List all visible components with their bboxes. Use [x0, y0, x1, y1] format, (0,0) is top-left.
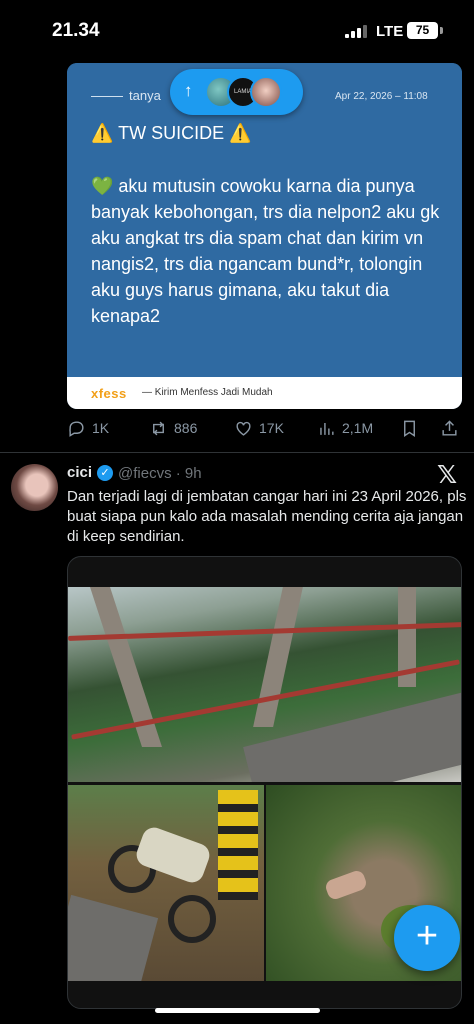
card-dash [91, 96, 123, 97]
compose-button[interactable]: + [394, 905, 460, 971]
road [68, 894, 159, 981]
pill-avatar [250, 76, 282, 108]
network-type: LTE [376, 23, 404, 40]
card-warning: ⚠️ TW SUICIDE ⚠️ [91, 123, 252, 143]
status-time: 21.34 [52, 20, 100, 41]
views-icon [320, 422, 334, 435]
share-button[interactable] [440, 416, 459, 440]
bookmark-button[interactable] [400, 416, 419, 440]
like-count: 17K [259, 420, 284, 436]
tagline-text: Kirim Menfess Jadi Mudah [154, 387, 273, 398]
card-message: 💚 aku mutusin cowoku karna dia punya ban… [91, 176, 440, 326]
card-date: Apr 22, 2026 – 11:08 [335, 91, 428, 102]
card-tagline: — Kirim Menfess Jadi Mudah [142, 387, 273, 398]
tweet-text: Dan terjadi lagi di jembatan cangar hari… [67, 488, 467, 545]
motorcycle-photo[interactable] [68, 785, 264, 981]
card-footer: xfess — Kirim Menfess Jadi Mudah [67, 377, 462, 409]
xfess-logo: xfess [91, 386, 127, 401]
status-bar: 21.34 LTE 75 [0, 0, 474, 62]
signal-icon [345, 25, 369, 38]
warning-sign [218, 790, 258, 900]
tweet1-action-bar: 1K 886 17K 2,1M [67, 416, 462, 440]
battery-icon: 75 [407, 22, 438, 39]
views-button[interactable]: 2,1M [317, 416, 373, 440]
verified-icon: ✓ [97, 465, 113, 481]
card-handle: tanya [129, 88, 161, 103]
tweet-divider [0, 452, 474, 453]
repost-icon [153, 421, 164, 435]
bridge-pillar [253, 587, 303, 727]
new-posts-pill[interactable]: ↑ LAMIA [170, 69, 303, 115]
user-name[interactable]: cici [67, 464, 92, 481]
repost-button[interactable]: 886 [149, 416, 197, 440]
views-count: 2,1M [342, 420, 374, 436]
bookmark-icon [404, 420, 415, 437]
battery-tip [440, 27, 443, 34]
ravine-object [323, 868, 369, 902]
repost-count: 886 [174, 420, 198, 436]
reply-button[interactable]: 1K [67, 416, 109, 440]
bridge-photo[interactable] [68, 587, 461, 782]
user-avatar[interactable] [11, 464, 58, 511]
heart-icon [236, 421, 251, 436]
home-indicator [155, 1008, 320, 1013]
user-handle[interactable]: @fiecvs · 9h [118, 465, 202, 482]
x-logo-icon[interactable]: 𝕏 [437, 460, 457, 490]
bike-wheel [168, 895, 216, 943]
reply-count: 1K [92, 420, 110, 436]
reply-icon [69, 420, 84, 437]
like-button[interactable]: 17K [234, 416, 284, 440]
share-icon [442, 419, 457, 436]
arrow-up-icon: ↑ [184, 81, 193, 100]
